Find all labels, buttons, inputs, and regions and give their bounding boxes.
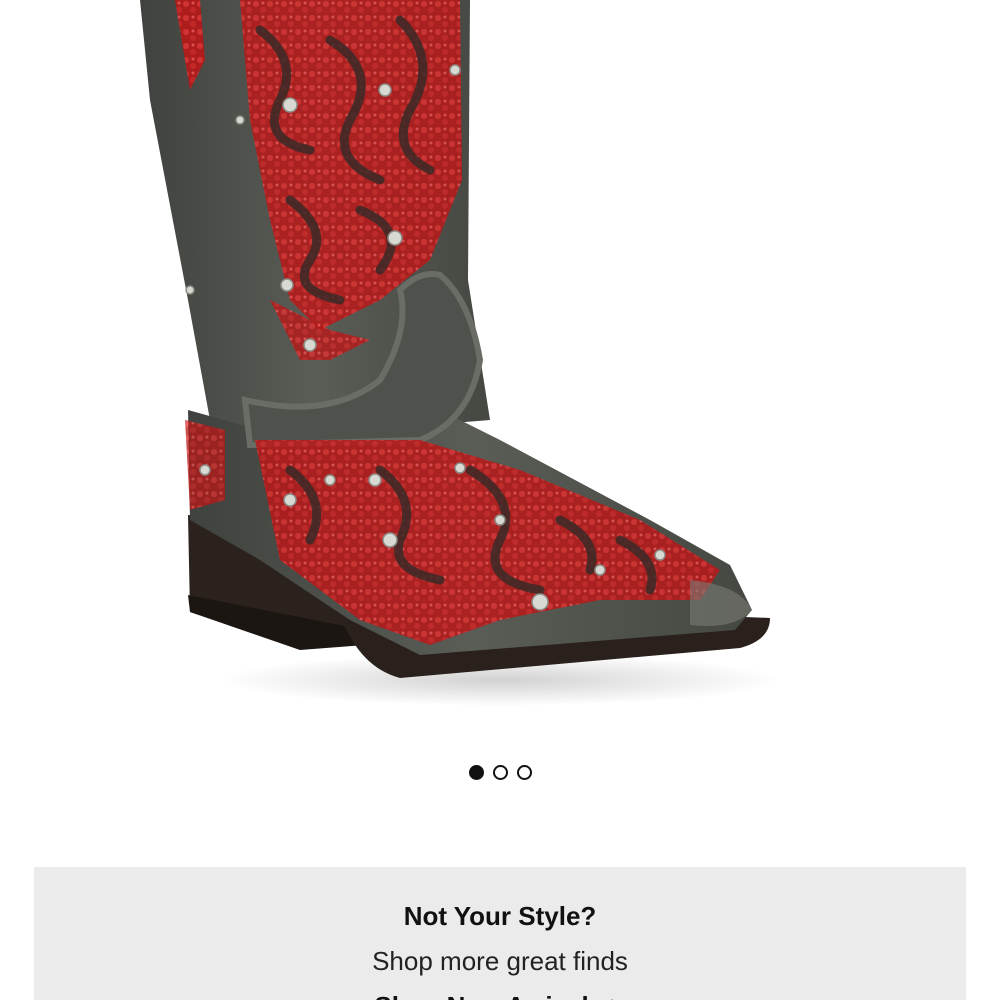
boot-illustration (140, 0, 780, 706)
carousel-dot-3[interactable] (516, 765, 532, 780)
image-carousel-indicators (0, 765, 1000, 780)
promo-subtitle: Shop more great finds (372, 946, 628, 976)
carousel-dot-2[interactable] (492, 765, 508, 780)
shop-new-arrivals-link[interactable]: Shop New Arrivals > (34, 991, 966, 1000)
product-page: Not Your Style? Shop more great finds Sh… (0, 0, 1000, 1000)
carousel-dot-1[interactable] (468, 765, 484, 780)
product-image[interactable] (0, 0, 1000, 740)
not-your-style-banner: Not Your Style? Shop more great finds Sh… (34, 867, 966, 1000)
promo-title: Not Your Style? (403, 901, 597, 931)
